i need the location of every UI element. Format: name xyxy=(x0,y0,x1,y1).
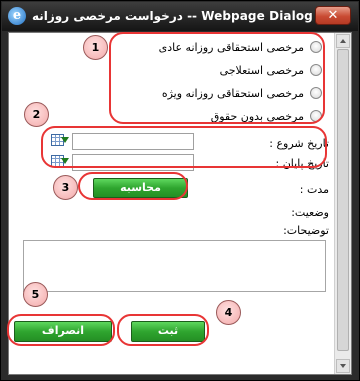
ie-icon: e xyxy=(8,7,26,25)
highlight-submit xyxy=(117,314,209,346)
scroll-down-arrow-icon[interactable] xyxy=(336,359,350,373)
highlight-leave-types xyxy=(109,32,325,124)
annotation-badge-4: 4 xyxy=(216,300,241,325)
dialog-window: e درخواست مرخصی روزانه -- Webpage Dialog… xyxy=(0,0,360,381)
duration-label: مدت : xyxy=(299,183,329,196)
highlight-dates xyxy=(41,126,327,168)
title-bar[interactable]: e درخواست مرخصی روزانه -- Webpage Dialog… xyxy=(2,2,358,31)
vertical-scrollbar[interactable] xyxy=(334,33,351,374)
annotation-badge-2: 2 xyxy=(24,102,49,127)
window-title: درخواست مرخصی روزانه -- Webpage Dialog xyxy=(32,9,313,23)
annotation-badge-3: 3 xyxy=(53,175,78,200)
scroll-up-arrow-icon[interactable] xyxy=(336,34,350,48)
highlight-calculate xyxy=(78,172,188,200)
annotation-badge-1: 1 xyxy=(83,35,108,60)
notes-label: توضیحات: xyxy=(283,224,329,237)
notes-textarea[interactable] xyxy=(23,240,326,292)
close-button[interactable]: ✕ xyxy=(315,6,351,25)
highlight-cancel xyxy=(7,314,115,346)
scroll-thumb[interactable] xyxy=(337,49,349,351)
status-label: وضعیت: xyxy=(291,206,329,219)
annotation-badge-5: 5 xyxy=(23,282,48,307)
